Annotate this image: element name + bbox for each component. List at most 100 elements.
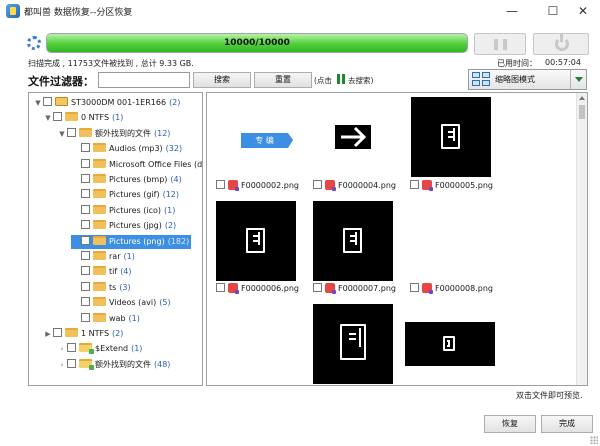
maximize-button[interactable]: ☐ [536,0,570,22]
tree-node[interactable]: ▼ 额外找到的文件 (12) [57,127,170,141]
tree-node-label: Pictures (ico) [109,205,161,215]
tree-node[interactable]: ▼ ST3000DM 001-1ER166 (2) [33,96,180,110]
file-checkbox[interactable] [313,283,322,292]
tree-node[interactable]: ts (3) [71,281,131,295]
locked-folder-icon [79,343,94,355]
tree-node-label: rar [109,252,121,261]
file-item[interactable]: F0000005.png [410,180,493,191]
reset-button[interactable]: 重置 [254,72,312,88]
gallery-scrollbar[interactable] [576,93,587,385]
tree-node-label: 额外找到的文件 [95,359,151,369]
file-checkbox[interactable] [313,180,322,189]
tree-expander-icon[interactable]: ▶ [43,327,53,341]
tree-checkbox[interactable] [53,112,62,122]
file-checkbox[interactable] [410,180,419,189]
view-mode-select[interactable]: 缩略图模式 [468,69,587,90]
tree-checkbox[interactable] [67,358,76,368]
tree-node-count: (32) [165,144,183,154]
tree-node[interactable]: Pictures (ico) (1) [71,204,175,218]
tree-checkbox[interactable] [81,174,90,183]
notebook-icon [246,228,265,253]
minimize-button[interactable]: — [495,0,529,22]
pause-scan-button[interactable] [474,33,526,55]
file-checkbox[interactable] [216,283,225,292]
restore-button[interactable]: 恢复 [484,415,536,433]
tree-checkbox[interactable] [81,281,90,291]
tree-node[interactable]: ▶ 1 NTFS (2) [43,327,123,341]
tree-node[interactable]: Microsoft Office Files (d [71,158,202,172]
tree-expander-icon[interactable]: ▼ [33,96,43,110]
tree-checkbox[interactable] [81,235,90,245]
file-item[interactable]: F0000008.png [410,283,493,294]
tree-node[interactable]: › $Extend (1) [57,342,142,356]
tree-checkbox[interactable] [81,158,90,168]
file-item[interactable]: F0000006.png [216,283,299,294]
thumbnail-image[interactable]: 专 编 [215,97,295,177]
tree-checkbox[interactable] [81,266,90,276]
tree-checkbox[interactable] [67,127,76,137]
tree-checkbox[interactable] [81,220,90,230]
file-checkbox[interactable] [216,180,225,189]
tree-checkbox[interactable] [81,297,90,307]
file-checkbox[interactable] [410,283,419,292]
notebook-icon [343,228,362,253]
tree-node-count: (1) [163,205,176,215]
close-button[interactable]: ✕ [566,0,600,22]
tree-node[interactable]: Pictures (png) (182) [71,234,191,249]
tree-node-count: (12) [154,128,171,138]
thumbnail-image[interactable] [313,201,393,281]
tree-node[interactable]: Audios (mp3) (32) [71,142,182,156]
thumbnail-gallery[interactable]: 专 编 F0000002.png F0000004.png F0000005.p… [206,92,588,386]
search-button[interactable]: 搜索 [193,72,251,88]
search-hint-prefix: (点击 [314,76,332,85]
tree-expander-icon[interactable]: › [57,358,67,372]
tree-node[interactable]: wab (1) [71,312,140,326]
tree-checkbox[interactable] [81,143,90,153]
chevron-down-icon[interactable] [570,70,586,89]
tree-node-count: (1) [131,344,143,354]
tree-expander-icon[interactable]: ▼ [43,111,53,125]
tree-node-label: Microsoft Office Files (d [109,159,203,169]
image-file-icon [325,283,336,294]
tree-node[interactable]: tif (4) [71,265,132,279]
scroll-thumb[interactable] [579,105,585,119]
tree-node-label: Pictures (gif) [109,190,160,200]
tree-node[interactable]: ▼ 0 NTFS (1) [43,111,123,125]
tree-expander-icon[interactable]: › [57,342,67,356]
file-item[interactable]: F0000002.png [216,180,299,191]
tree-node-count: (2) [164,221,177,231]
done-button[interactable]: 完成 [541,415,593,433]
tree-node[interactable]: Videos (avi) (5) [71,296,171,310]
folder-icon [93,204,106,214]
tree-node[interactable]: › 额外找到的文件 (48) [57,358,170,372]
image-file-icon [228,180,239,191]
tree-checkbox[interactable] [67,343,76,353]
tree-node-count: (182) [167,236,190,246]
tree-checkbox[interactable] [53,328,62,337]
file-item[interactable]: F0000007.png [313,283,396,294]
tree-node[interactable]: Pictures (jpg) (2) [71,219,176,233]
thumbnail-image[interactable] [405,322,495,366]
tree-checkbox[interactable] [81,189,90,199]
file-item[interactable]: F0000004.png [313,180,396,191]
tree-checkbox[interactable] [81,312,90,322]
tree-checkbox[interactable] [81,251,90,260]
tree-node[interactable]: Pictures (bmp) (4) [71,173,182,187]
tree-expander-icon[interactable]: ▼ [57,127,67,141]
folder-tree[interactable]: ▼ ST3000DM 001-1ER166 (2) ▼ 0 NTFS (1) ▼ 额外找到的文… [28,92,203,386]
thumbnail-image[interactable] [216,201,296,281]
thumbnail-image[interactable] [313,97,393,177]
tree-checkbox[interactable] [43,97,52,106]
stop-scan-button[interactable] [533,33,589,55]
file-name: F0000007.png [338,284,396,293]
thumbnail-image[interactable] [313,304,393,384]
scroll-up-icon[interactable] [579,96,585,100]
tree-node-count: (4) [170,175,182,184]
folder-icon [65,328,78,337]
thumbnail-image[interactable] [411,97,491,177]
resize-grip-icon[interactable] [590,436,598,444]
file-filter-input[interactable] [98,72,190,88]
tree-node[interactable]: rar (1) [71,250,135,264]
tree-node[interactable]: Pictures (gif) (12) [71,188,179,202]
tree-checkbox[interactable] [81,204,90,214]
